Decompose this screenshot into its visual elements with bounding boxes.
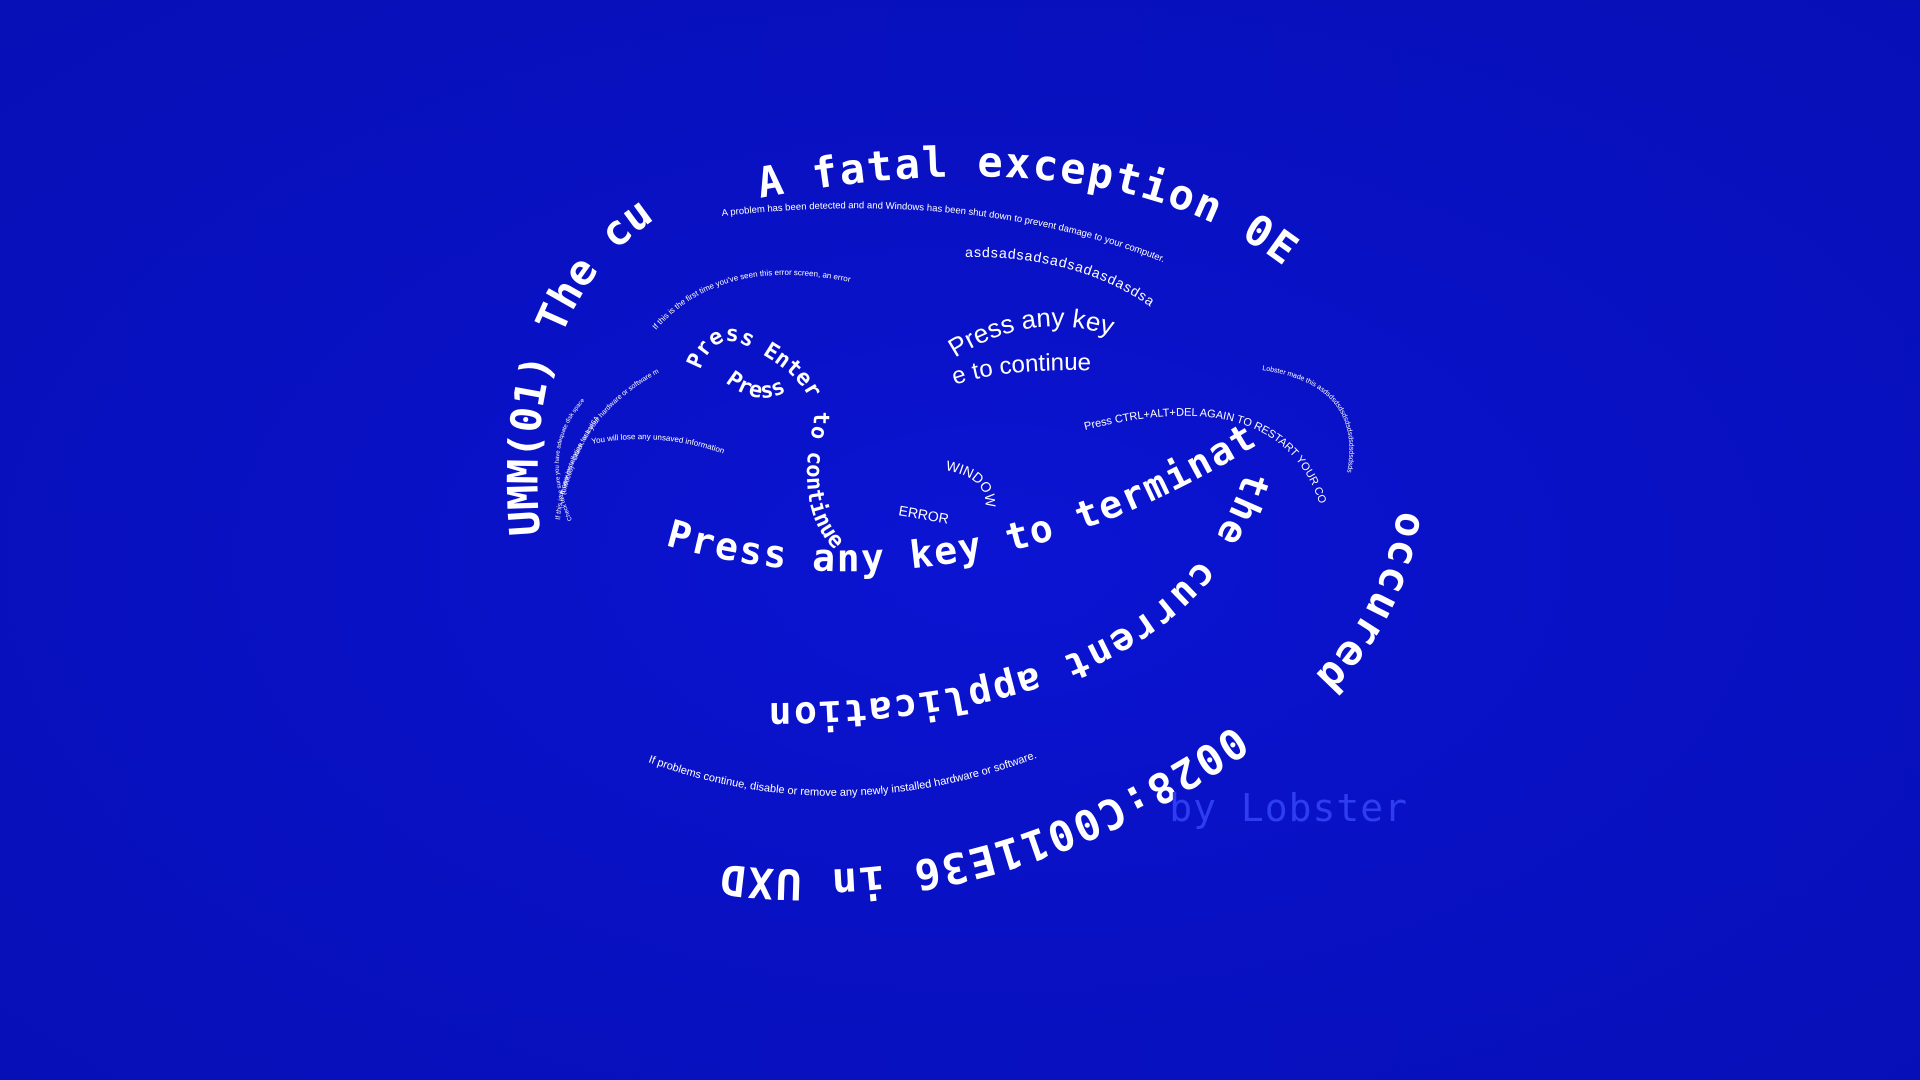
forehead-caption-text: If this is the first time you've seen th… [0,0,852,331]
face-top-arc-text: A fatal exception 0E has [0,0,1308,275]
left-eye-outer-text: Press Enter to continue. [0,0,849,554]
face-left-arc-text: UMM(01) The current [0,0,661,537]
smile-lower-text: the current application [766,467,1278,738]
asd-line-text: asdsadsadsadsadasdasdsa [965,244,1158,310]
signature-text: by Lobster [1169,786,1408,830]
left-small-text-1: Check to be sure you have adequate disk … [0,0,587,522]
nose-error-text: ERROR [897,502,950,527]
left-small-text-4: You will lose any unsaved information [591,432,726,455]
far-right-caption-text: Lobster made this asdsdsdsdsdsdsdsdsdsds… [1262,365,1355,474]
smile-caption-text: If problems continue, disable or remove … [647,749,1038,799]
smile-upper-text: Press any key to terminate [0,0,1264,580]
top-caption-text: A problem has been detected and and Wind… [721,200,1166,265]
face-right-arc-text: occured at [0,0,1437,725]
nose-windows-text: WINDOWS [0,0,999,508]
left-eye-inner-text: Press Enter to [0,0,801,404]
troll-face-illustration: UMM(01) The current A fatal exception 0E… [0,0,1437,909]
